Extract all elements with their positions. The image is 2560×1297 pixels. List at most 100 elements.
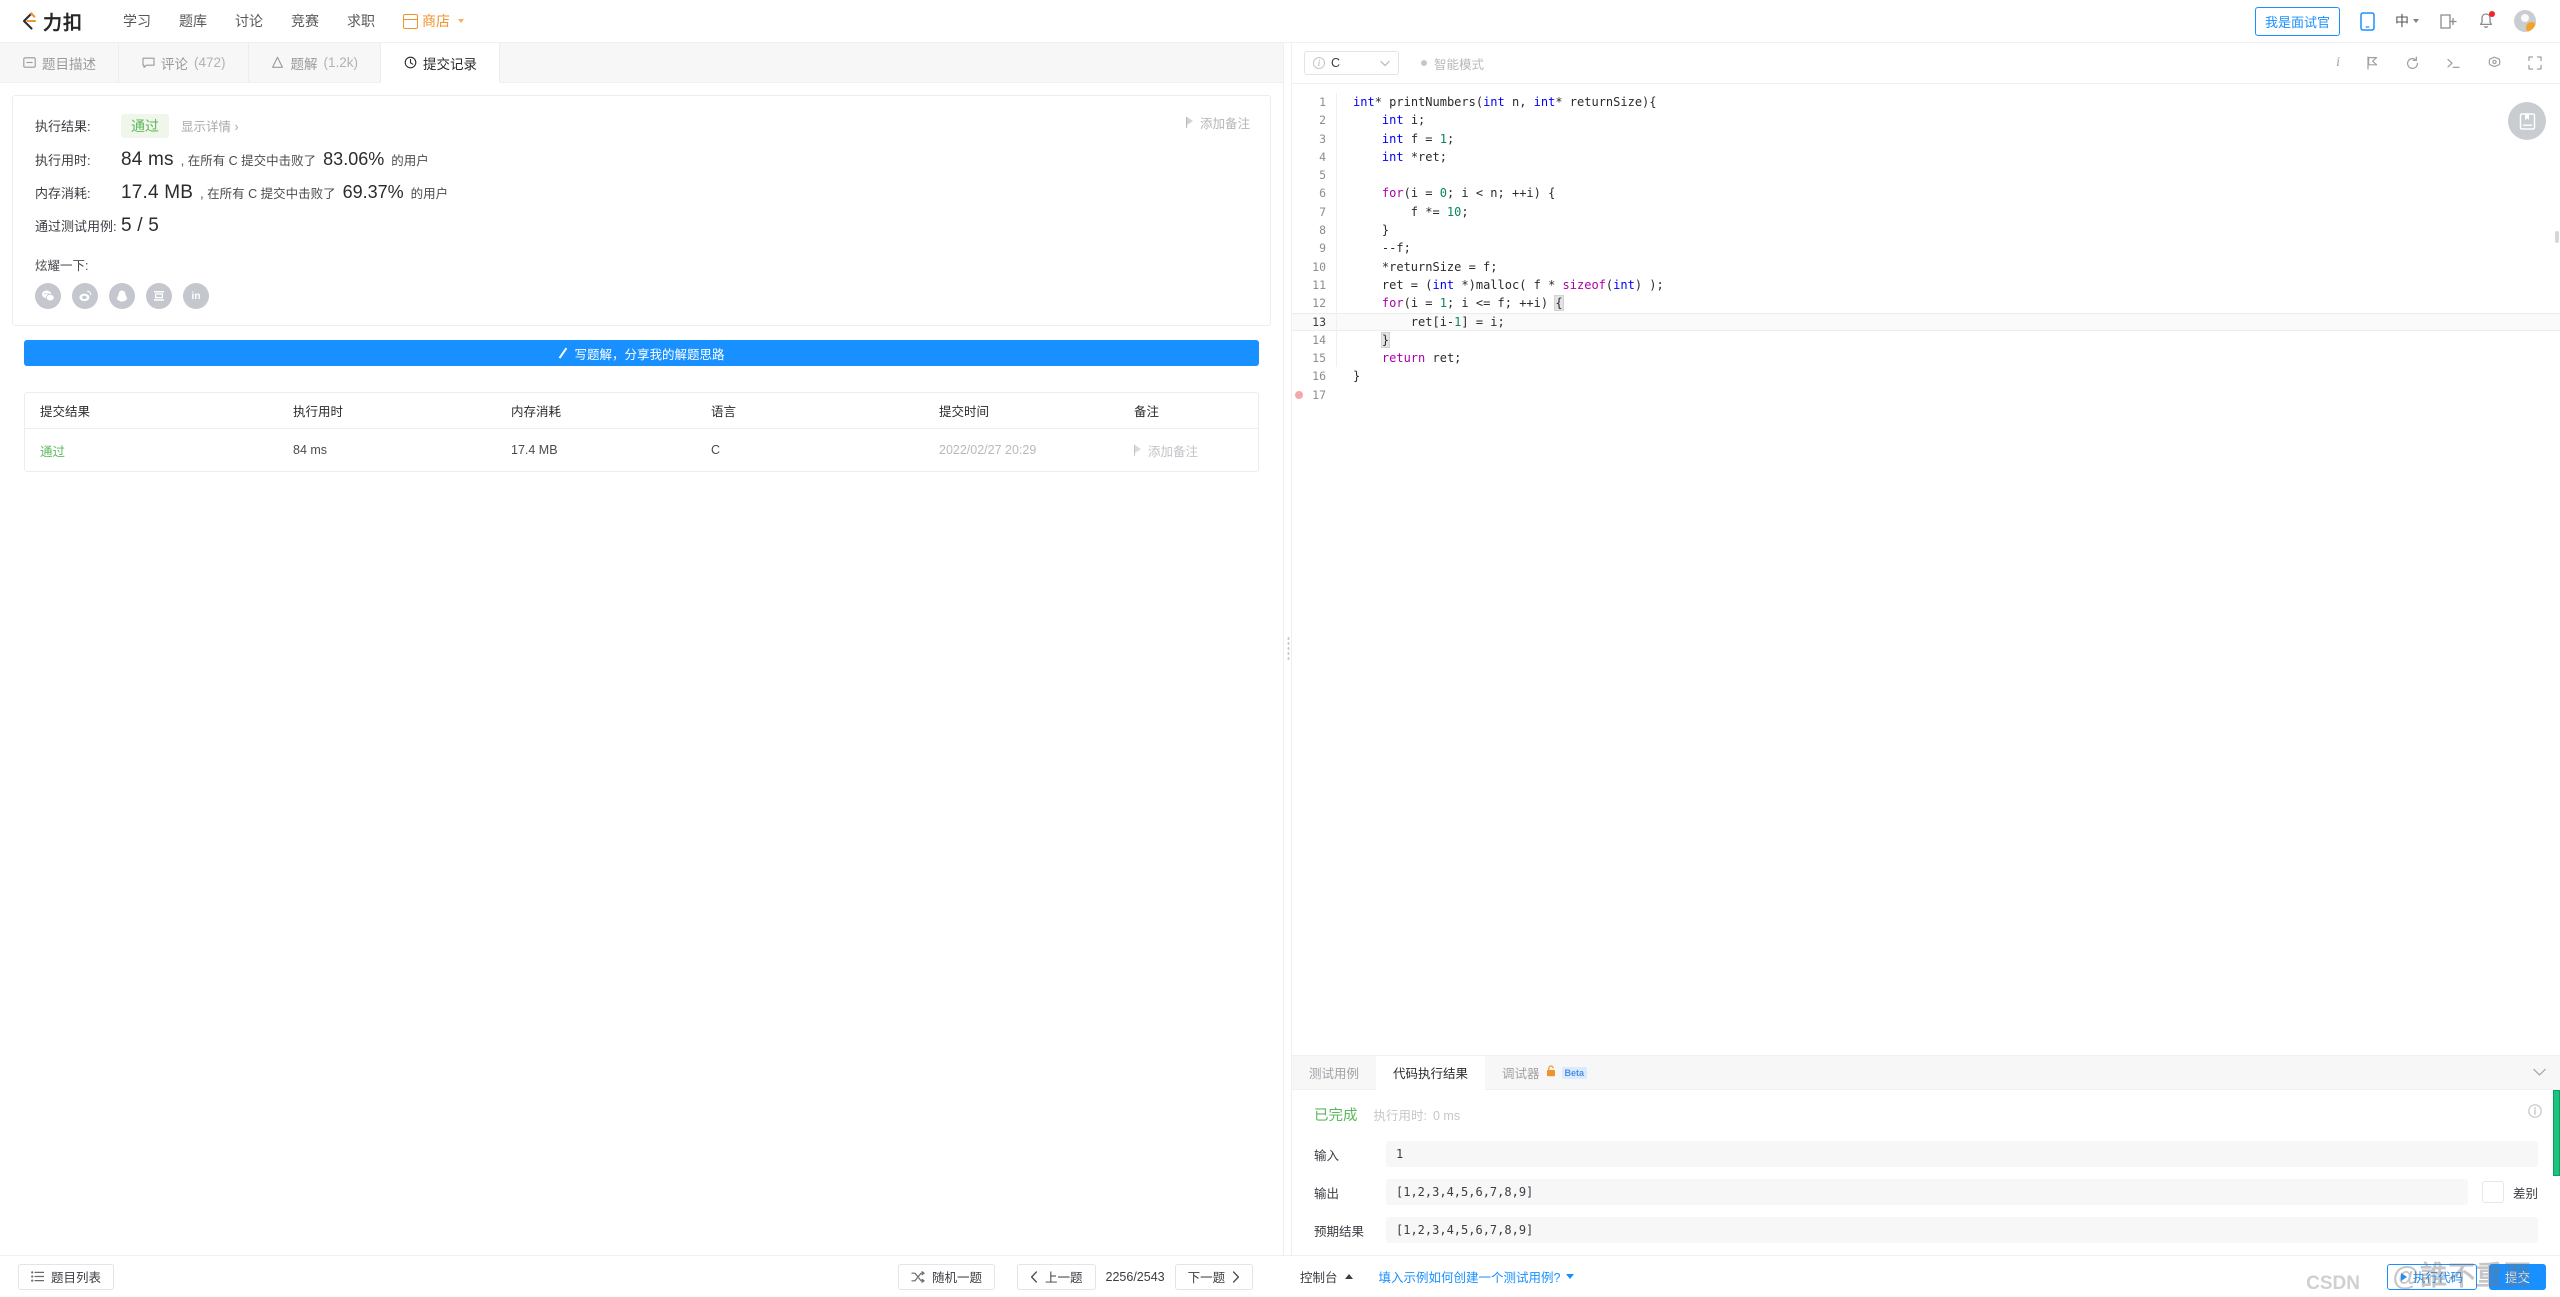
code-text[interactable]: f *= 10; <box>1336 203 2560 221</box>
column-header-time: 提交时间 <box>939 401 1134 420</box>
prev-problem-button[interactable]: 上一题 <box>1017 1264 1096 1290</box>
code-text[interactable]: ret = (int *)malloc( f * sizeof(int) ); <box>1336 276 2560 294</box>
code-line[interactable]: 17 <box>1292 386 2560 404</box>
console-toggle-label: 控制台 <box>1300 1267 1338 1286</box>
wechat-share-icon[interactable] <box>35 283 61 309</box>
code-text[interactable]: } <box>1336 331 2560 349</box>
code-text[interactable] <box>1336 166 2560 184</box>
code-line[interactable]: 8 } <box>1292 221 2560 239</box>
console-collapse-button[interactable] <box>2533 1056 2560 1089</box>
panel-splitter[interactable] <box>1283 43 1292 1255</box>
smart-mode-toggle[interactable]: 智能模式 <box>1421 54 1484 73</box>
code-line[interactable]: 15 return ret; <box>1292 349 2560 367</box>
row-status[interactable]: 通过 <box>40 445 65 459</box>
flag-icon[interactable] <box>2366 56 2379 70</box>
code-text[interactable]: int f = 1; <box>1336 130 2560 148</box>
reset-icon[interactable] <box>2405 56 2420 71</box>
diff-toggle[interactable] <box>2482 1181 2504 1203</box>
info-icon: i <box>1313 57 1325 69</box>
code-line[interactable]: 10 *returnSize = f; <box>1292 258 2560 276</box>
console-toggle-button[interactable]: 控制台 <box>1292 1267 1353 1286</box>
code-text[interactable]: ret[i-1] = i; <box>1336 313 2560 331</box>
code-text[interactable]: *returnSize = f; <box>1336 258 2560 276</box>
code-line[interactable]: 11 ret = (int *)malloc( f * sizeof(int) … <box>1292 276 2560 294</box>
code-text[interactable]: int i; <box>1336 111 2560 129</box>
console-info-icon[interactable] <box>2528 1104 2542 1123</box>
next-problem-button[interactable]: 下一题 <box>1175 1264 1254 1290</box>
language-switcher[interactable]: 中 <box>2395 11 2419 31</box>
code-line[interactable]: 5 <box>1292 166 2560 184</box>
fullscreen-icon[interactable] <box>2528 56 2542 70</box>
code-editor[interactable]: 1int* printNumbers(int n, int* returnSiz… <box>1292 84 2560 1055</box>
code-text[interactable]: return ret; <box>1336 349 2560 367</box>
row-add-note-button[interactable]: 添加备注 <box>1134 441 1258 460</box>
code-line[interactable]: 9 --f; <box>1292 239 2560 257</box>
notebook-icon[interactable] <box>2508 102 2546 140</box>
problem-list-button[interactable]: 题目列表 <box>18 1264 114 1290</box>
linkedin-share-icon[interactable]: in <box>183 283 209 309</box>
tab-solutions[interactable]: 题解 (1.2k) <box>249 43 382 82</box>
code-line[interactable]: 4 int *ret; <box>1292 148 2560 166</box>
chevron-down-icon <box>1380 56 1390 70</box>
qq-share-icon[interactable] <box>109 283 135 309</box>
code-line[interactable]: 14 } <box>1292 331 2560 349</box>
notification-bell-icon[interactable] <box>2478 12 2494 30</box>
write-solution-button[interactable]: 写题解，分享我的解题思路 <box>24 340 1259 366</box>
code-text[interactable]: for(i = 1; i <= f; ++i) { <box>1336 294 2560 312</box>
random-problem-button[interactable]: 随机一题 <box>898 1264 995 1290</box>
terminal-icon[interactable] <box>2446 57 2461 70</box>
code-line[interactable]: 3 int f = 1; <box>1292 130 2560 148</box>
code-text[interactable]: int* printNumbers(int n, int* returnSize… <box>1336 93 2560 111</box>
show-detail-link[interactable]: 显示详情 › <box>181 116 239 135</box>
nav-item-store[interactable]: 商店 <box>389 11 478 31</box>
nav-item-contest[interactable]: 竞赛 <box>277 0 333 43</box>
code-text[interactable]: int *ret; <box>1336 148 2560 166</box>
invite-user-icon[interactable] <box>2439 13 2458 30</box>
console-input-value[interactable]: 1 <box>1386 1141 2538 1167</box>
code-line[interactable]: 13 ret[i-1] = i; <box>1292 313 2560 331</box>
line-number: 8 <box>1292 221 1336 239</box>
code-line[interactable]: 1int* printNumbers(int n, int* returnSiz… <box>1292 93 2560 111</box>
bottom-bar-center: 随机一题 上一题 2256/2543 下一题 <box>898 1264 1253 1290</box>
add-note-top-button[interactable]: 添加备注 <box>1186 113 1250 132</box>
weibo-share-icon[interactable] <box>72 283 98 309</box>
code-line[interactable]: 16} <box>1292 367 2560 385</box>
mobile-app-icon[interactable] <box>2360 12 2375 31</box>
douban-share-icon[interactable] <box>146 283 172 309</box>
code-lines-container[interactable]: 1int* printNumbers(int n, int* returnSiz… <box>1292 84 2560 1055</box>
code-line[interactable]: 7 f *= 10; <box>1292 203 2560 221</box>
code-text[interactable]: --f; <box>1336 239 2560 257</box>
submit-button[interactable]: 提交 <box>2489 1264 2546 1290</box>
code-line[interactable]: 12 for(i = 1; i <= f; ++i) { <box>1292 294 2560 312</box>
code-text[interactable]: } <box>1336 221 2560 239</box>
nav-item-discuss[interactable]: 讨论 <box>221 0 277 43</box>
nav-item-study[interactable]: 学习 <box>109 0 165 43</box>
tab-comments[interactable]: 评论 (472) <box>119 43 249 82</box>
tab-execution-result[interactable]: 代码执行结果 <box>1376 1056 1485 1090</box>
code-line[interactable]: 6 for(i = 0; i < n; ++i) { <box>1292 184 2560 202</box>
code-text[interactable]: } <box>1336 367 2560 385</box>
editor-scrollbar-thumb[interactable] <box>2555 231 2559 243</box>
diff-label[interactable]: 差别 <box>2513 1183 2538 1202</box>
fill-example-link[interactable]: 填入示例如何创建一个测试用例? <box>1379 1267 1575 1286</box>
language-select[interactable]: i C <box>1304 51 1399 75</box>
run-code-button[interactable]: 执行代码 <box>2387 1264 2477 1290</box>
breakpoint-icon[interactable] <box>1295 391 1303 399</box>
brand-logo-link[interactable]: 力扣 <box>18 8 83 35</box>
tab-debugger[interactable]: 调试器 Beta <box>1485 1056 1604 1089</box>
tab-testcases[interactable]: 测试用例 <box>1292 1056 1376 1089</box>
console-runtime-label: 执行用时: <box>1374 1105 1427 1124</box>
tab-description[interactable]: 题目描述 <box>0 43 119 82</box>
nav-item-jobs[interactable]: 求职 <box>333 0 389 43</box>
code-text[interactable] <box>1336 386 2560 404</box>
code-text[interactable]: for(i = 0; i < n; ++i) { <box>1336 184 2560 202</box>
nav-item-problems[interactable]: 题库 <box>165 0 221 43</box>
interviewer-button[interactable]: 我是面试官 <box>2255 7 2340 36</box>
table-row[interactable]: 通过 84 ms 17.4 MB C 2022/02/27 20:29 添加备注 <box>25 429 1258 471</box>
info-icon[interactable]: i <box>2336 55 2340 71</box>
settings-gear-icon[interactable] <box>2487 56 2502 71</box>
tab-submissions[interactable]: 提交记录 <box>381 43 500 83</box>
code-line[interactable]: 2 int i; <box>1292 111 2560 129</box>
user-avatar[interactable] <box>2514 10 2536 32</box>
list-icon <box>31 1271 44 1282</box>
